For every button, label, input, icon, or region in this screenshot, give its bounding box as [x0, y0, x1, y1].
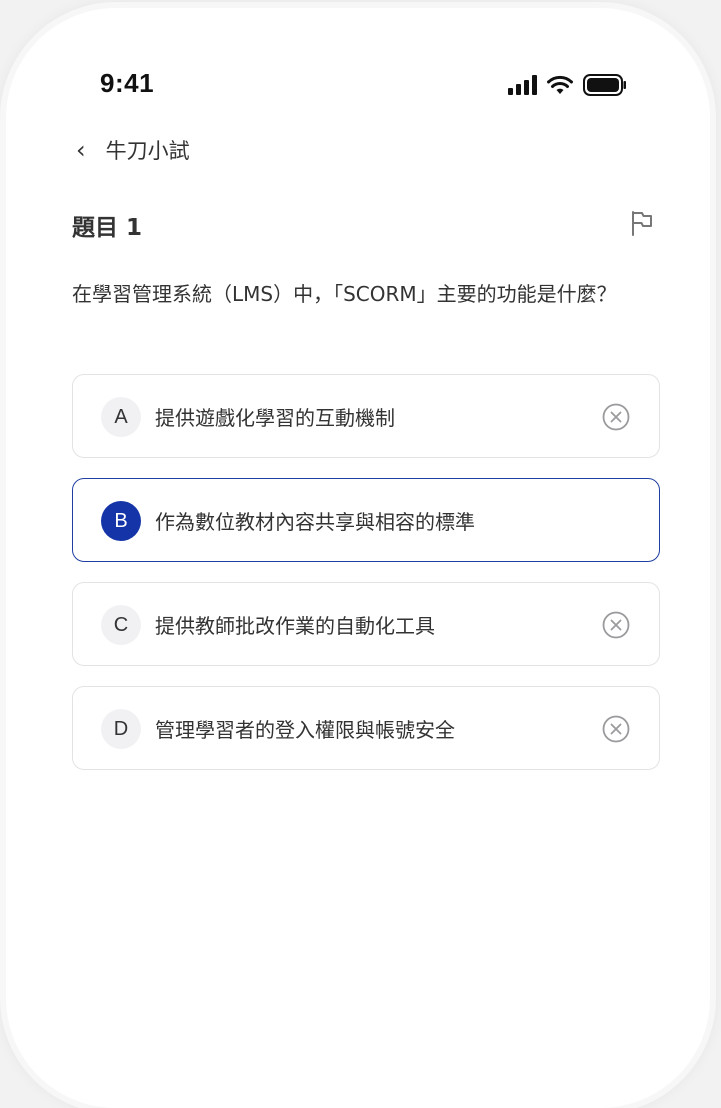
- option-b[interactable]: B 作為數位教材內容共享與相容的標準: [72, 478, 660, 562]
- circle-x-icon[interactable]: [601, 402, 631, 432]
- option-letter: D: [101, 709, 141, 749]
- option-d[interactable]: D 管理學習者的登入權限與帳號安全: [72, 686, 660, 770]
- question-text: 在學習管理系統（LMS）中，「SCORM」主要的功能是什麼？: [72, 282, 617, 306]
- cellular-signal-icon: [508, 75, 537, 95]
- back-button[interactable]: ‹ 牛刀小試: [76, 132, 190, 168]
- circle-x-icon[interactable]: [601, 610, 631, 640]
- option-text: 作為數位教材內容共享與相容的標準: [155, 509, 475, 534]
- option-letter: C: [101, 605, 141, 645]
- battery-icon: [583, 74, 626, 96]
- option-letter: A: [101, 397, 141, 437]
- question-number: 題目 1: [72, 215, 143, 241]
- status-icons: [508, 70, 627, 100]
- option-c[interactable]: C 提供教師批改作業的自動化工具: [72, 582, 660, 666]
- option-text: 管理學習者的登入權限與帳號安全: [155, 717, 455, 742]
- circle-x-icon[interactable]: [601, 714, 631, 744]
- flag-icon[interactable]: [626, 208, 656, 238]
- page-title: 牛刀小試: [105, 139, 190, 163]
- phone-frame: 9:41 ‹ 牛刀小試 題目 1 在學習管理系統（LMS）中，「SCORM」主要…: [6, 8, 710, 1108]
- option-letter: B: [101, 501, 141, 541]
- option-a[interactable]: A 提供遊戲化學習的互動機制: [72, 374, 660, 458]
- chevron-left-icon: ‹: [76, 136, 86, 164]
- option-text: 提供教師批改作業的自動化工具: [155, 613, 435, 638]
- status-time: 9:41: [100, 68, 155, 98]
- answer-options: A 提供遊戲化學習的互動機制 B 作為數位教材內容共享與相容的標準 C 提供教師…: [72, 374, 660, 790]
- wifi-icon: [547, 75, 573, 94]
- option-text: 提供遊戲化學習的互動機制: [155, 405, 395, 430]
